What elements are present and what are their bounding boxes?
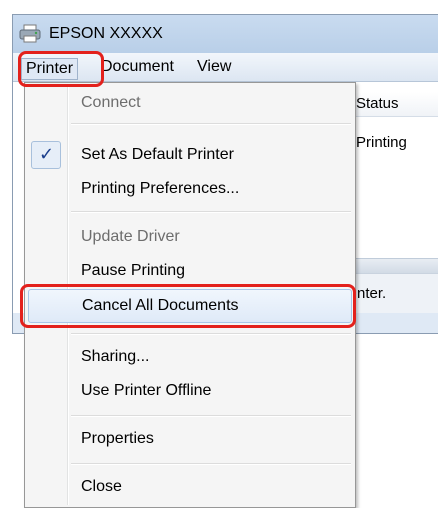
menu-separator — [71, 123, 351, 125]
menu-item-label: Pause Printing — [81, 262, 186, 279]
menu-item-label: Use Printer Offline — [81, 382, 212, 399]
menu-item-close[interactable]: Close — [27, 471, 353, 503]
status-bar-text: nter. — [357, 285, 387, 302]
menu-item-label: Sharing... — [81, 348, 150, 365]
menu-view[interactable]: View — [197, 57, 231, 77]
window-title: EPSON XXXXX — [49, 25, 163, 42]
menu-separator — [71, 463, 351, 465]
annotation-highlight-cancel-all — [20, 284, 356, 328]
printer-icon — [19, 24, 41, 43]
menu-separator — [71, 415, 351, 417]
menu-item-label: Printing Preferences... — [81, 180, 240, 197]
menu-item-properties[interactable]: Properties — [27, 423, 353, 455]
title-bar: EPSON XXXXX — [13, 15, 438, 53]
column-header-label: Status — [356, 95, 399, 112]
menu-item-set-default-printer[interactable]: ✓ Set As Default Printer — [27, 139, 353, 171]
menu-item-use-printer-offline[interactable]: Use Printer Offline — [27, 375, 353, 407]
menu-item-label: Connect — [81, 94, 141, 111]
menu-item-update-driver: Update Driver — [27, 221, 353, 253]
menu-item-printing-preferences[interactable]: Printing Preferences... — [27, 173, 353, 205]
menu-separator — [71, 211, 351, 213]
menu-item-label: Properties — [81, 430, 154, 447]
menu-separator — [71, 333, 351, 335]
menu-item-label: Update Driver — [81, 228, 180, 245]
annotation-highlight-printer-menu — [18, 51, 104, 87]
menu-item-pause-printing[interactable]: Pause Printing — [27, 255, 353, 287]
menu-item-label: Close — [81, 478, 122, 495]
menu-item-label: Set As Default Printer — [81, 146, 234, 163]
menu-document[interactable]: Document — [101, 57, 174, 77]
menu-item-connect: Connect — [27, 87, 353, 119]
checkmark-icon: ✓ — [39, 144, 55, 165]
menu-item-sharing[interactable]: Sharing... — [27, 341, 353, 373]
status-cell: Printing — [356, 134, 407, 151]
check-box: ✓ — [31, 141, 61, 169]
